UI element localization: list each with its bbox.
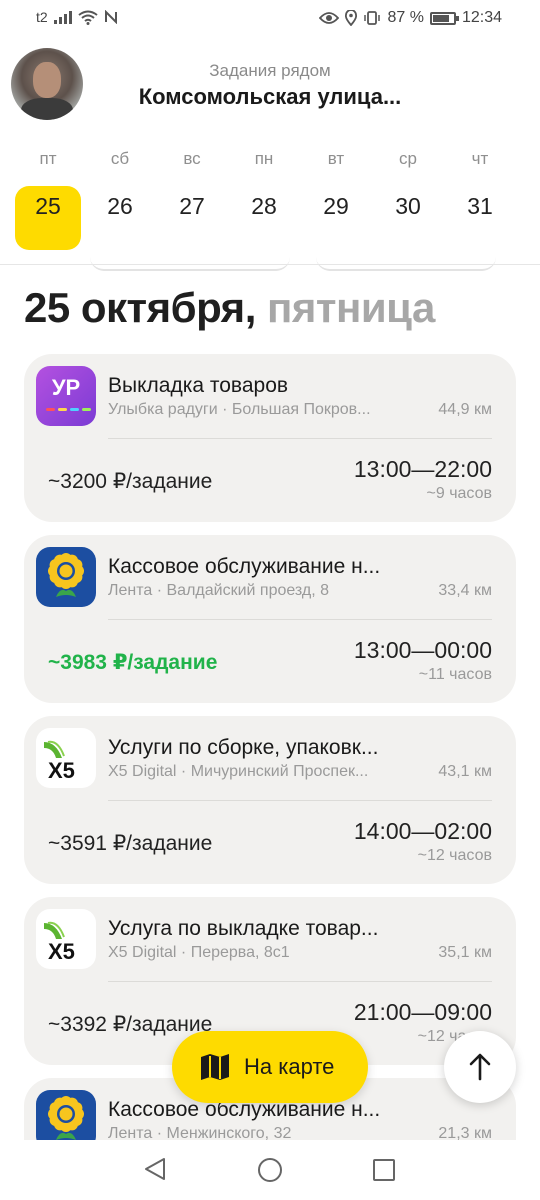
calendar-day[interactable]: пн 28	[231, 140, 297, 252]
calendar-day[interactable]: вт 29	[303, 140, 369, 252]
task-price: ~3591 ₽/задание	[48, 832, 213, 855]
calendar-day-number: 28	[251, 193, 277, 219]
segment-tab-right[interactable]	[316, 255, 496, 271]
task-list: УР Выкладка товаров Улыбка радуги · Больша…	[24, 354, 516, 1140]
task-time: 13:00—22:00	[353, 456, 492, 482]
task-distance: 33,4 км	[438, 582, 492, 599]
carrier-label: t2	[36, 9, 48, 25]
calendar-strip: пт 25 сб 26 вс 27 пн 28 вт 29 ср 30 чт 31 1	[0, 140, 540, 265]
calendar-day-number: 25	[15, 186, 81, 250]
task-duration: ~11 часов	[418, 666, 492, 683]
task-distance: 21,3 км	[438, 1125, 492, 1140]
lenta-logo	[36, 1090, 96, 1140]
task-card[interactable]: Кассовое обслуживание н... Лента · Валдай…	[24, 535, 516, 703]
ulybka-radugi-logo: УР	[36, 366, 96, 426]
task-card[interactable]: X5 Услуги по сборке, упаковк... X5 Digital…	[24, 716, 516, 884]
calendar-day-number: 31	[467, 193, 493, 219]
calendar-day-number: 26	[107, 193, 133, 219]
calendar-day-weekday: ср	[399, 149, 417, 168]
lenta-logo	[36, 547, 96, 607]
vibrate-icon	[364, 11, 381, 25]
logo-text: УР	[51, 375, 81, 400]
task-title: Услуга по выкладке товар...	[108, 917, 379, 940]
segment-tab-left[interactable]	[90, 255, 290, 271]
divider	[108, 438, 492, 439]
task-distance: 35,1 км	[438, 944, 492, 961]
x5-logo: X5	[36, 909, 96, 969]
calendar-day-number: 29	[323, 193, 349, 219]
task-price: ~3983 ₽/задание	[48, 651, 218, 674]
signal-icon	[53, 10, 72, 24]
location-selector[interactable]: Комсомольская улица...	[0, 84, 540, 110]
calendar-day-weekday: вс	[183, 149, 201, 168]
task-employer-address: X5 Digital · Перерва, 8с1	[108, 944, 290, 961]
calendar-day-number: 1	[519, 186, 540, 250]
task-employer-address: Лента · Менжинского, 32	[108, 1125, 292, 1140]
task-price: ~3392 ₽/задание	[48, 1013, 213, 1036]
status-bar: t2 87 % 12:34	[0, 0, 540, 38]
calendar-day[interactable]: вс 27	[159, 140, 225, 252]
calendar-day-weekday: вт	[327, 149, 345, 168]
task-title: Кассовое обслуживание н...	[108, 555, 381, 578]
task-duration: ~12 часов	[417, 847, 492, 864]
calendar-day[interactable]: чт 31	[447, 140, 513, 252]
calendar-day-weekday: сб	[110, 149, 130, 168]
battery-percent: 87 %	[387, 9, 424, 26]
map-icon	[201, 1054, 229, 1080]
date-heading-date: 25 октября,	[24, 284, 256, 331]
date-heading: 25 октября, пятница	[24, 284, 435, 332]
calendar-day[interactable]: ср 30	[375, 140, 441, 252]
calendar-day-number: 27	[179, 193, 205, 219]
x5-logo: X5	[36, 728, 96, 788]
wifi-icon	[78, 10, 98, 25]
divider	[0, 264, 540, 265]
nav-bar	[0, 1140, 540, 1200]
calendar-day-weekday: пт	[39, 149, 57, 168]
nfc-icon	[104, 10, 117, 24]
logo-text: X5	[48, 758, 75, 783]
calendar-day-number: 30	[395, 193, 421, 219]
task-time: 14:00—02:00	[353, 818, 492, 844]
task-title: Выкладка товаров	[108, 374, 289, 397]
task-distance: 44,9 км	[438, 401, 492, 418]
back-icon[interactable]	[142, 1156, 168, 1182]
task-distance: 43,1 км	[438, 763, 492, 780]
task-price: ~3200 ₽/задание	[48, 470, 213, 493]
calendar-day[interactable]: 1	[519, 140, 540, 252]
calendar-day[interactable]: сб 26	[87, 140, 153, 252]
task-employer-address: Лента · Валдайский проезд, 8	[108, 582, 330, 599]
arrow-up-icon	[469, 1053, 491, 1081]
battery-icon	[429, 11, 459, 25]
calendar-day-weekday: пн	[254, 149, 274, 168]
scroll-up-button[interactable]	[444, 1031, 516, 1103]
task-title: Услуги по сборке, упаковк...	[108, 736, 379, 759]
task-duration: ~9 часов	[426, 485, 493, 502]
task-time: 13:00—00:00	[353, 637, 492, 663]
divider	[108, 981, 492, 982]
task-employer-address: X5 Digital · Мичуринский Проспек...	[108, 763, 369, 780]
recent-apps-icon[interactable]	[372, 1158, 396, 1182]
calendar-day-weekday: чт	[471, 149, 489, 168]
eye-icon	[319, 12, 340, 24]
home-icon[interactable]	[257, 1157, 283, 1183]
divider	[108, 619, 492, 620]
calendar-day[interactable]: пт 25	[15, 140, 81, 252]
task-employer-address: Улыбка радуги · Большая Покров...	[108, 401, 371, 418]
location-icon	[345, 10, 358, 26]
status-left: t2	[36, 9, 118, 25]
clock: 12:34	[461, 9, 502, 26]
map-button[interactable]: На карте	[172, 1031, 368, 1103]
logo-text: X5	[48, 939, 75, 964]
header-subtitle: Задания рядом	[209, 61, 331, 80]
map-button-label: На карте	[244, 1054, 335, 1079]
task-time: 21:00—09:00	[353, 999, 492, 1025]
date-heading-weekday: пятница	[267, 284, 435, 331]
divider	[108, 800, 492, 801]
task-card[interactable]: УР Выкладка товаров Улыбка радуги · Больша…	[24, 354, 516, 522]
status-right: 87 % 12:34	[319, 9, 502, 27]
